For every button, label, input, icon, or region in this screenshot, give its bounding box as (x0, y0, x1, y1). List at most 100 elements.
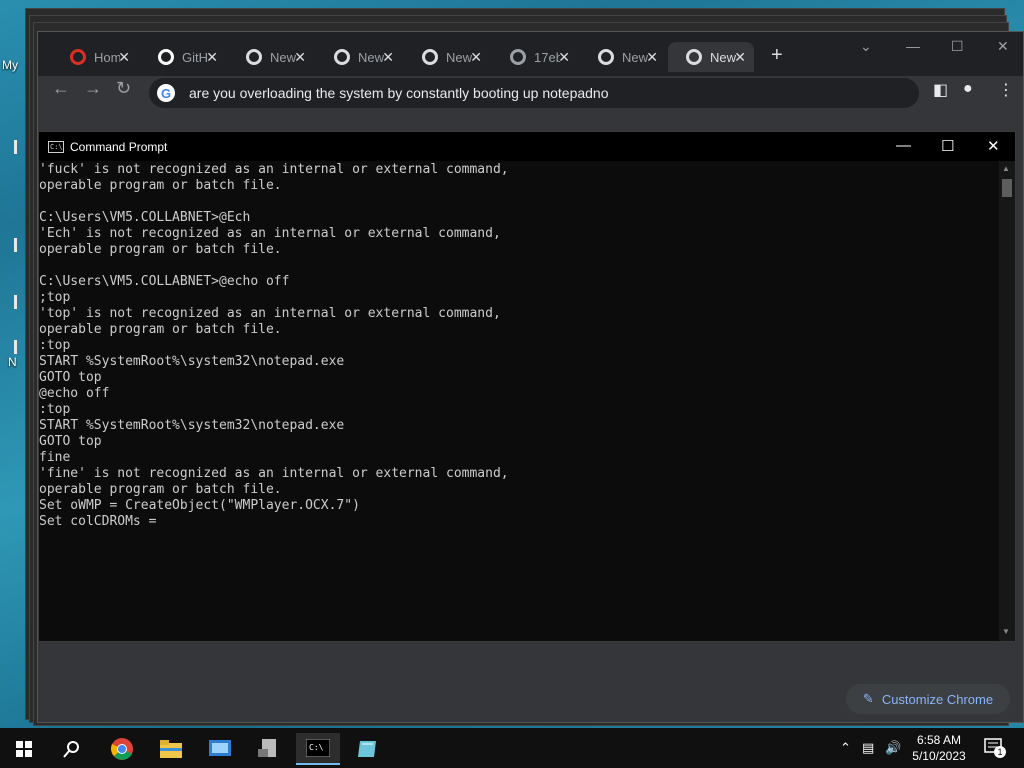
computer-management-icon (209, 740, 231, 756)
forward-button[interactable]: → (84, 78, 102, 99)
address-bar[interactable]: G are you overloading the system by cons… (149, 78, 919, 108)
chrome-icon (246, 49, 262, 65)
cmd-output-line: operable program or batch file. (39, 242, 282, 257)
profile-icon[interactable]: ● (963, 80, 973, 98)
clock[interactable]: 6:58 AM 5/10/2023 (908, 732, 970, 764)
search-button[interactable] (50, 733, 94, 765)
google-icon: G (157, 84, 175, 102)
tab-close-icon[interactable]: ✕ (382, 49, 394, 66)
tab-close-icon[interactable]: ✕ (294, 49, 306, 66)
cmd-output-line: :top (39, 402, 71, 417)
tab-close-icon[interactable]: ✕ (646, 49, 658, 66)
windows-icon (16, 741, 32, 757)
maximize-button[interactable]: ☐ (951, 38, 964, 55)
show-hidden-icons[interactable]: ⌃ (840, 740, 851, 756)
taskbar-app[interactable] (247, 733, 291, 765)
cmd-output-line: @echo off (39, 386, 110, 401)
tab-search-icon[interactable]: ⌄ (860, 38, 872, 55)
notification-center-button[interactable]: 1 (984, 738, 1006, 759)
cmd-output-line: ;top (39, 290, 71, 305)
desktop-icon-label[interactable]: My (2, 58, 18, 72)
cmd-output-line: operable program or batch file. (39, 482, 282, 497)
cmd-output-line (39, 258, 1001, 274)
close-button[interactable]: ✕ (997, 38, 1009, 55)
browser-tab[interactable]: New ✕ (668, 42, 754, 72)
desktop-icon-fragment (14, 140, 17, 154)
tab-title: New (270, 49, 296, 65)
new-tab-button[interactable]: + (771, 44, 783, 67)
menu-icon[interactable]: ⋮ (998, 80, 1014, 100)
notepad-icon (358, 741, 376, 757)
address-bar-text[interactable]: are you overloading the system by consta… (189, 85, 609, 101)
cmd-output-line: GOTO top (39, 434, 102, 449)
globe-icon (510, 49, 526, 65)
cmd-maximize-button[interactable]: ☐ (941, 137, 954, 155)
cmd-output-line: 'top' is not recognized as an internal o… (39, 306, 501, 321)
cmd-icon: C:\ (48, 140, 64, 153)
tab-close-icon[interactable]: ✕ (118, 49, 130, 66)
desktop-icon-label[interactable]: N (8, 355, 17, 369)
browser-tab[interactable]: New ✕ (316, 42, 402, 72)
tab-close-icon[interactable]: ✕ (206, 49, 218, 66)
side-panel-icon[interactable]: ◧ (933, 80, 948, 100)
tab-close-icon[interactable]: ✕ (734, 49, 746, 66)
browser-tab[interactable]: 17eb ✕ (492, 42, 578, 72)
browser-tab[interactable]: Hom ✕ (52, 42, 138, 72)
minimize-button[interactable]: — (906, 38, 920, 54)
cmd-output-line: operable program or batch file. (39, 178, 282, 193)
cmd-output[interactable]: 'fuck' is not recognized as an internal … (39, 161, 1001, 641)
cmd-scrollbar[interactable]: ▲ ▼ (999, 161, 1015, 641)
desktop-icon-fragment (14, 340, 17, 354)
scroll-thumb[interactable] (1002, 179, 1012, 197)
tab-title: 17eb (534, 49, 560, 65)
tab-close-icon[interactable]: ✕ (558, 49, 570, 66)
chrome-icon (111, 738, 133, 760)
taskbar-app[interactable] (198, 733, 242, 765)
reload-button[interactable]: ↻ (116, 78, 131, 99)
browser-tab[interactable]: New ✕ (228, 42, 314, 72)
server-manager-icon (258, 739, 276, 757)
chrome-icon (334, 49, 350, 65)
cmd-output-line: C:\Users\VM5.COLLABNET>@echo off (39, 274, 290, 289)
cmd-output-line: Set oWMP = CreateObject("WMPlayer.OCX.7"… (39, 498, 360, 513)
network-icon[interactable]: ▤ (862, 740, 874, 756)
scroll-up-icon[interactable]: ▲ (1002, 164, 1010, 173)
customize-chrome-button[interactable]: ✎ Customize Chrome (846, 684, 1010, 714)
search-icon (63, 741, 79, 758)
cmd-close-button[interactable]: ✕ (987, 137, 1000, 155)
browser-tab[interactable]: GitH ✕ (140, 42, 226, 72)
cmd-output-line: :top (39, 338, 71, 353)
github-icon (158, 49, 174, 65)
svg-text:C:\: C:\ (309, 743, 324, 752)
tab-close-icon[interactable]: ✕ (470, 49, 482, 66)
taskbar-app[interactable] (345, 733, 389, 765)
cmd-output-line: fine (39, 450, 71, 465)
taskbar-file-explorer[interactable] (149, 733, 193, 765)
back-button[interactable]: ← (52, 78, 70, 99)
cmd-output-line: START %SystemRoot%\system32\notepad.exe (39, 354, 345, 369)
browser-tab[interactable]: New ✕ (404, 42, 490, 72)
browser-tab[interactable]: New ✕ (580, 42, 666, 72)
command-prompt-window: C:\ Command Prompt — ☐ ✕ 'fuck' is not r… (38, 131, 1016, 642)
pencil-icon: ✎ (862, 691, 874, 706)
desktop-icon-fragment (14, 238, 17, 252)
tab-title: New (446, 49, 472, 65)
cmd-title: Command Prompt (70, 139, 168, 154)
cmd-title-bar[interactable]: C:\ Command Prompt — ☐ ✕ (39, 132, 1015, 161)
taskbar-command-prompt[interactable]: C:\ (296, 733, 340, 765)
chrome-icon (686, 49, 702, 65)
cmd-minimize-button[interactable]: — (896, 137, 911, 154)
volume-icon[interactable]: 🔊 (885, 740, 901, 756)
terminal-icon: C:\ (306, 739, 330, 757)
tab-title: New (622, 49, 648, 65)
home-icon (70, 49, 86, 65)
scroll-down-icon[interactable]: ▼ (1002, 627, 1010, 636)
cmd-output-line: C:\Users\VM5.COLLABNET>@Ech (39, 210, 251, 225)
taskbar-chrome[interactable] (100, 733, 144, 765)
clock-time: 6:58 AM (916, 733, 962, 747)
cmd-output-line (39, 194, 1001, 210)
cmd-output-line: 'fuck' is not recognized as an internal … (39, 162, 509, 177)
taskbar: C:\ ⌃ ▤ 🔊 6:58 AM 5/10/2023 1 (0, 728, 1024, 768)
start-button[interactable] (2, 733, 46, 765)
chrome-icon (422, 49, 438, 65)
